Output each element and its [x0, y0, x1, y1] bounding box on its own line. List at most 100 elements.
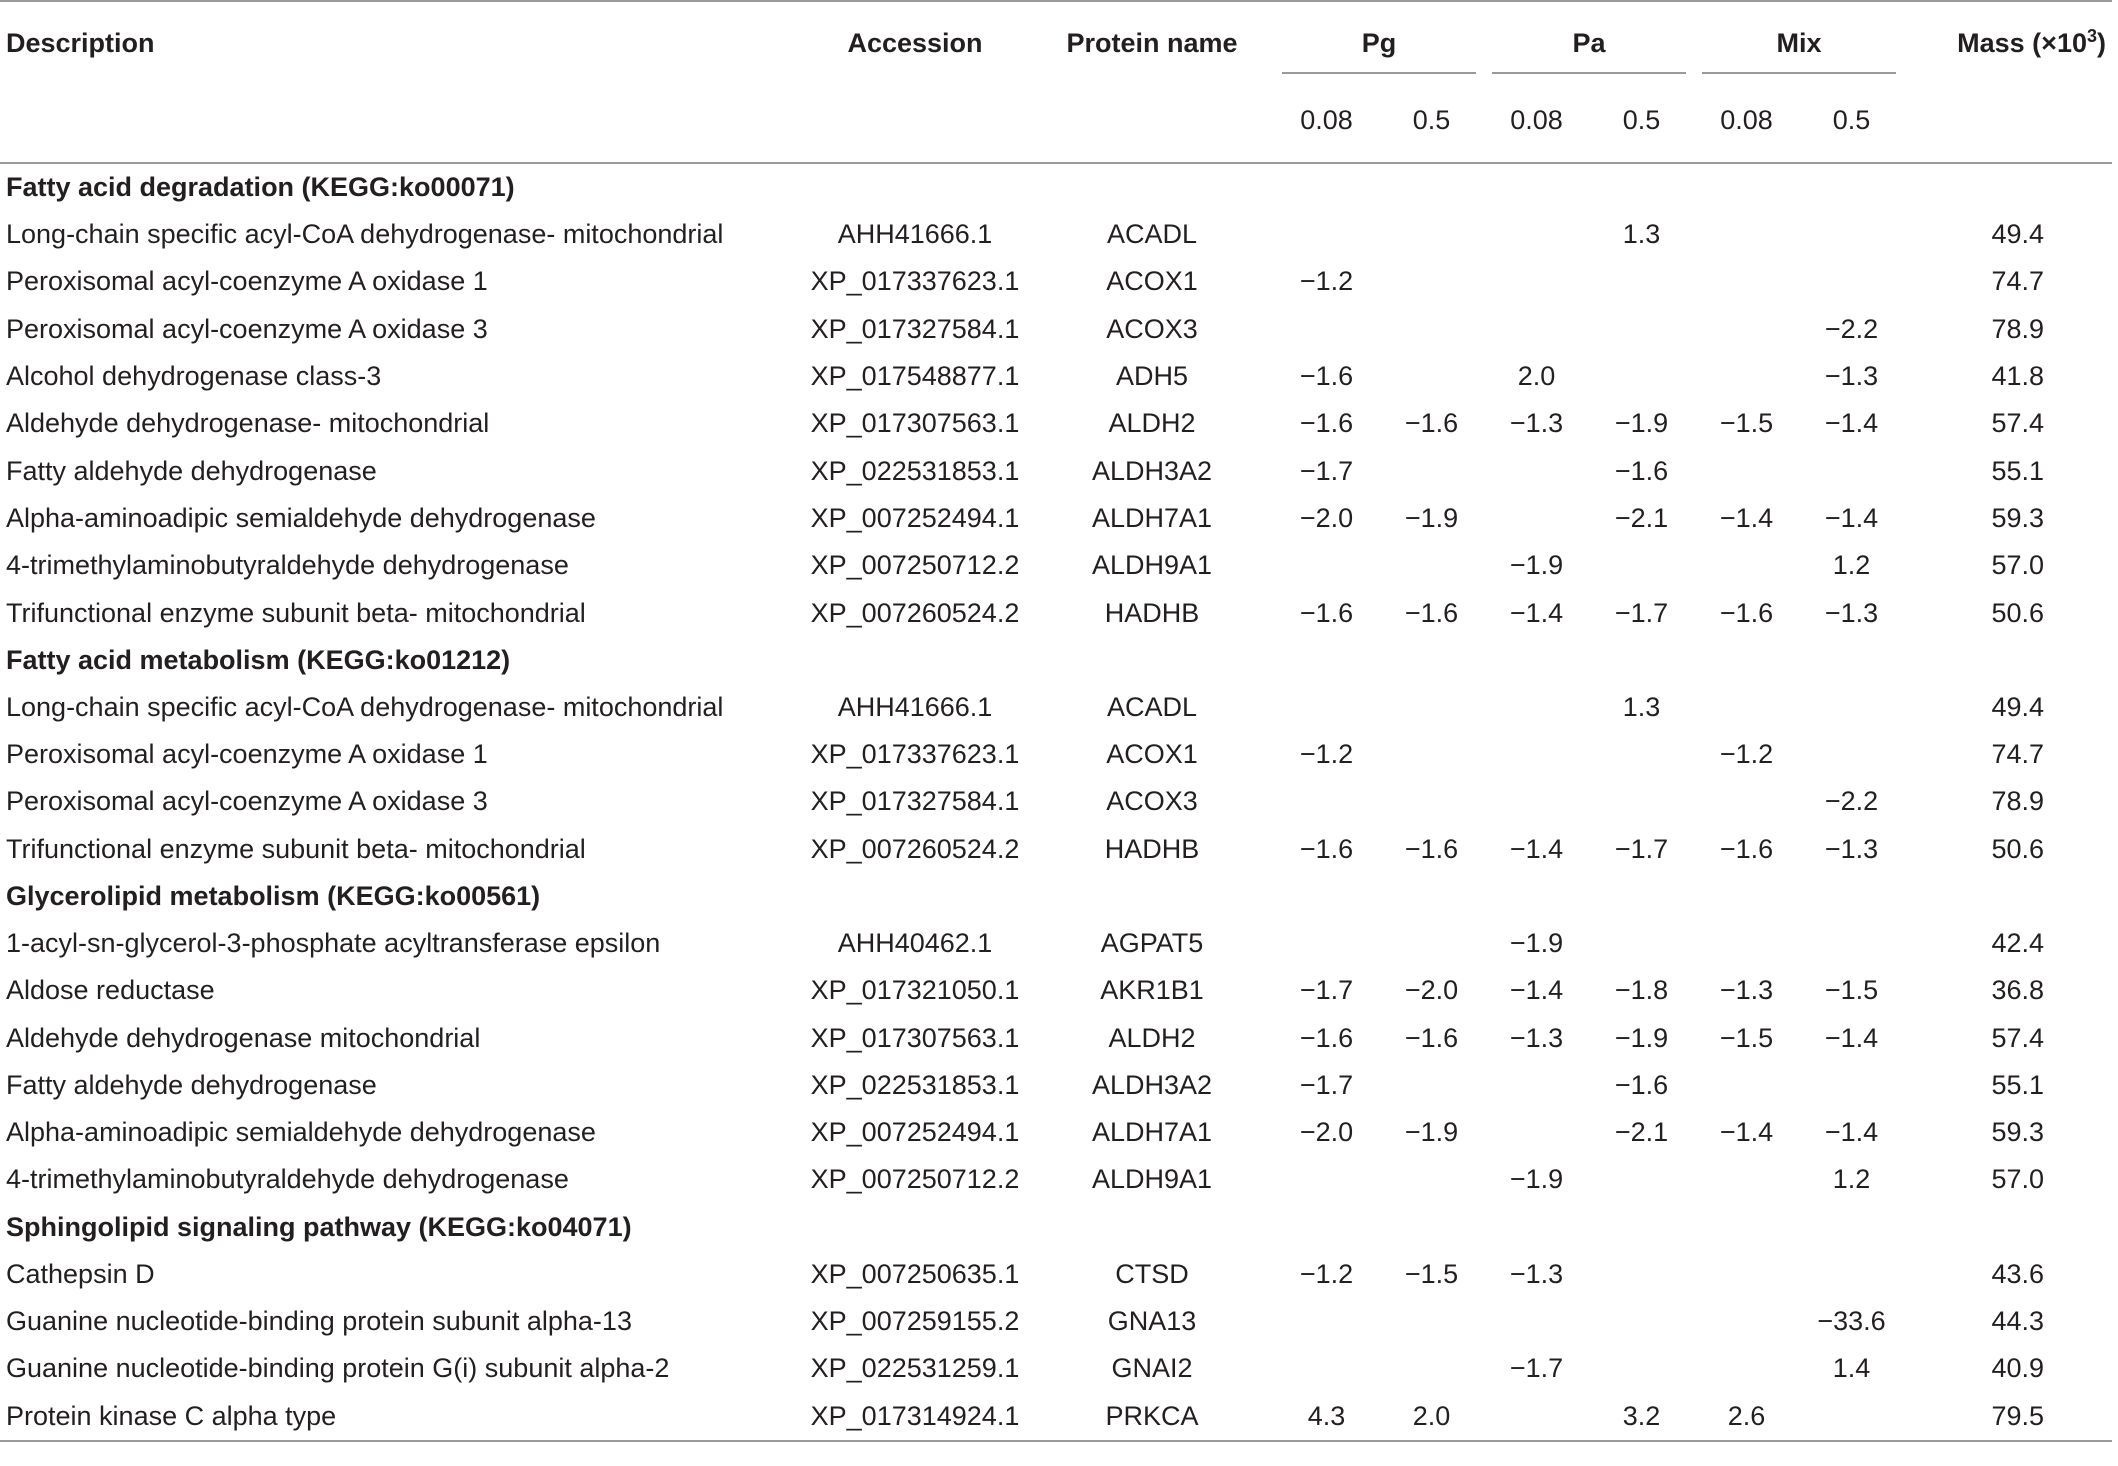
cell-protein-name: ALDH9A1 [1091, 1164, 1213, 1195]
table-row: Peroxisomal acyl-coenzyme A oxidase 1 XP_… [0, 731, 2112, 778]
cell-mix-0.5 [1799, 1393, 1904, 1441]
cell-mix-0.08 [1694, 542, 1799, 589]
table-row: Peroxisomal acyl-coenzyme A oxidase 1 XP_… [0, 258, 2112, 305]
table-row: Peroxisomal acyl-coenzyme A oxidase 3 XP_… [0, 778, 2112, 825]
cell-protein-name: HADHB [1104, 597, 1200, 628]
cell-pa-0.08: −1.3 [1509, 1258, 1564, 1289]
cell-protein-name: ALDH7A1 [1091, 502, 1213, 533]
header-row: Description Accession Protein name Pg Pa… [0, 8, 2112, 78]
cell-pg-0.5: −1.6 [1404, 1022, 1459, 1053]
table-row: Fatty aldehyde dehydrogenase XP_022531853… [0, 1062, 2112, 1109]
cell-pg-0.5 [1379, 1156, 1484, 1203]
cell-mass: 59.3 [1991, 502, 2044, 533]
cell-pg-0.08 [1274, 778, 1379, 825]
cell-pa-0.08: −1.3 [1509, 1022, 1564, 1053]
cell-description: Long-chain specific acyl-CoA dehydrogena… [6, 691, 724, 722]
table-row: Fatty aldehyde dehydrogenase XP_022531853… [0, 447, 2112, 494]
cell-accession: XP_007252494.1 [810, 1117, 1020, 1148]
cell-pa-0.5 [1589, 1251, 1694, 1298]
table-row: 1-acyl-sn-glycerol-3-phosphate acyltrans… [0, 920, 2112, 967]
cell-accession: XP_007260524.2 [810, 833, 1020, 864]
cell-pg-0.08 [1274, 542, 1379, 589]
cell-accession: XP_007259155.2 [810, 1306, 1020, 1337]
section-title: Glycerolipid metabolism (KEGG:ko00561) [6, 880, 541, 911]
cell-mix-0.08 [1694, 1156, 1799, 1203]
cell-mix-0.5: −1.3 [1824, 597, 1879, 628]
cell-mix-0.08 [1694, 920, 1799, 967]
cell-description: Guanine nucleotide-binding protein G(i) … [6, 1353, 670, 1384]
table-row: Aldehyde dehydrogenase mitochondrial XP_0… [0, 1014, 2112, 1061]
cell-pg-0.08: −1.7 [1299, 1069, 1354, 1100]
cell-accession: XP_017327584.1 [810, 786, 1020, 817]
cell-protein-name: ACOX3 [1106, 313, 1198, 344]
cell-pg-0.5 [1379, 731, 1484, 778]
cell-mix-0.08: −1.4 [1719, 1117, 1774, 1148]
table-row: Aldose reductase XP_017321050.1 AKR1B1 −1.7… [0, 967, 2112, 1014]
cell-pg-0.5: 2.0 [1412, 1400, 1451, 1431]
table-row: Trifunctional enzyme subunit beta- mitoc… [0, 589, 2112, 636]
cell-pa-0.08: −1.4 [1509, 597, 1564, 628]
cell-mix-0.5 [1799, 1062, 1904, 1109]
cell-pa-0.08 [1484, 495, 1589, 542]
table-row: 4-trimethylaminobutyraldehyde dehydrogen… [0, 542, 2112, 589]
cell-protein-name: ALDH2 [1108, 1022, 1196, 1053]
subheader-mix-0.5: 0.5 [1832, 104, 1871, 135]
cell-pa-0.08 [1484, 684, 1589, 731]
cell-protein-name: ACADL [1106, 219, 1198, 250]
table-row: Protein kinase C alpha type XP_017314924.… [0, 1393, 2112, 1441]
cell-pa-0.08: −1.9 [1509, 928, 1564, 958]
cell-pa-0.5: −2.1 [1614, 502, 1669, 533]
cell-pa-0.5 [1589, 353, 1694, 400]
cell-pg-0.5: −1.9 [1404, 502, 1459, 533]
cell-pg-0.08 [1274, 684, 1379, 731]
cell-pa-0.5 [1589, 920, 1694, 967]
cell-mass: 44.3 [1991, 1306, 2044, 1337]
cell-pg-0.5 [1379, 920, 1484, 967]
cell-mass: 49.4 [1991, 219, 2044, 250]
cell-mix-0.08: −1.4 [1719, 502, 1774, 533]
cell-mix-0.08 [1694, 447, 1799, 494]
cell-mix-0.5: −2.2 [1824, 313, 1879, 344]
cell-pa-0.08 [1484, 258, 1589, 305]
cell-mix-0.08: 2.6 [1727, 1400, 1766, 1431]
cell-pg-0.5: −2.0 [1404, 975, 1459, 1006]
cell-mix-0.08 [1694, 684, 1799, 731]
cell-pa-0.08 [1484, 1298, 1589, 1345]
cell-pa-0.08: −1.4 [1509, 833, 1564, 864]
cell-mix-0.5 [1799, 684, 1904, 731]
header-pa-label: Pa [1572, 27, 1606, 58]
cell-mix-0.5 [1799, 447, 1904, 494]
cell-pa-0.5 [1589, 306, 1694, 353]
subheader-pg-0.5: 0.5 [1412, 104, 1451, 135]
header-mix-label: Mix [1776, 27, 1822, 58]
cell-pa-0.5: −1.7 [1614, 597, 1669, 628]
cell-accession: XP_007250635.1 [810, 1258, 1020, 1289]
cell-mass: 42.4 [1991, 928, 2044, 958]
cell-protein-name: ALDH9A1 [1091, 550, 1213, 581]
cell-pa-0.5: −1.9 [1614, 408, 1669, 439]
cell-accession: XP_007252494.1 [810, 502, 1020, 533]
cell-pg-0.08 [1274, 1298, 1379, 1345]
table-row: Aldehyde dehydrogenase- mitochondrial XP_… [0, 400, 2112, 447]
cell-description: Alcohol dehydrogenase class-3 [6, 361, 382, 392]
cell-description: Long-chain specific acyl-CoA dehydrogena… [6, 219, 724, 250]
cell-pg-0.08: −1.6 [1299, 833, 1354, 864]
cell-accession: AHH40462.1 [837, 928, 993, 958]
table-row: Guanine nucleotide-binding protein subun… [0, 1298, 2112, 1345]
cell-pg-0.08: −1.7 [1299, 975, 1354, 1006]
header-protein-name: Protein name [1066, 27, 1238, 58]
cell-pg-0.5 [1379, 258, 1484, 305]
top-rule [0, 0, 2112, 8]
cell-mix-0.08 [1694, 778, 1799, 825]
cell-pa-0.08: −1.4 [1509, 975, 1564, 1006]
cell-pg-0.5 [1379, 447, 1484, 494]
cell-pa-0.08 [1484, 1393, 1589, 1441]
section-row: Sphingolipid signaling pathway (KEGG:ko0… [0, 1204, 2112, 1251]
cell-mass: 59.3 [1991, 1117, 2044, 1148]
cell-mix-0.5: −1.4 [1824, 502, 1879, 533]
cell-pa-0.5 [1589, 258, 1694, 305]
cell-pg-0.08: −2.0 [1299, 502, 1354, 533]
cell-mass: 43.6 [1991, 1258, 2044, 1289]
cell-pa-0.5 [1589, 542, 1694, 589]
cell-mix-0.5: −1.4 [1824, 1022, 1879, 1053]
